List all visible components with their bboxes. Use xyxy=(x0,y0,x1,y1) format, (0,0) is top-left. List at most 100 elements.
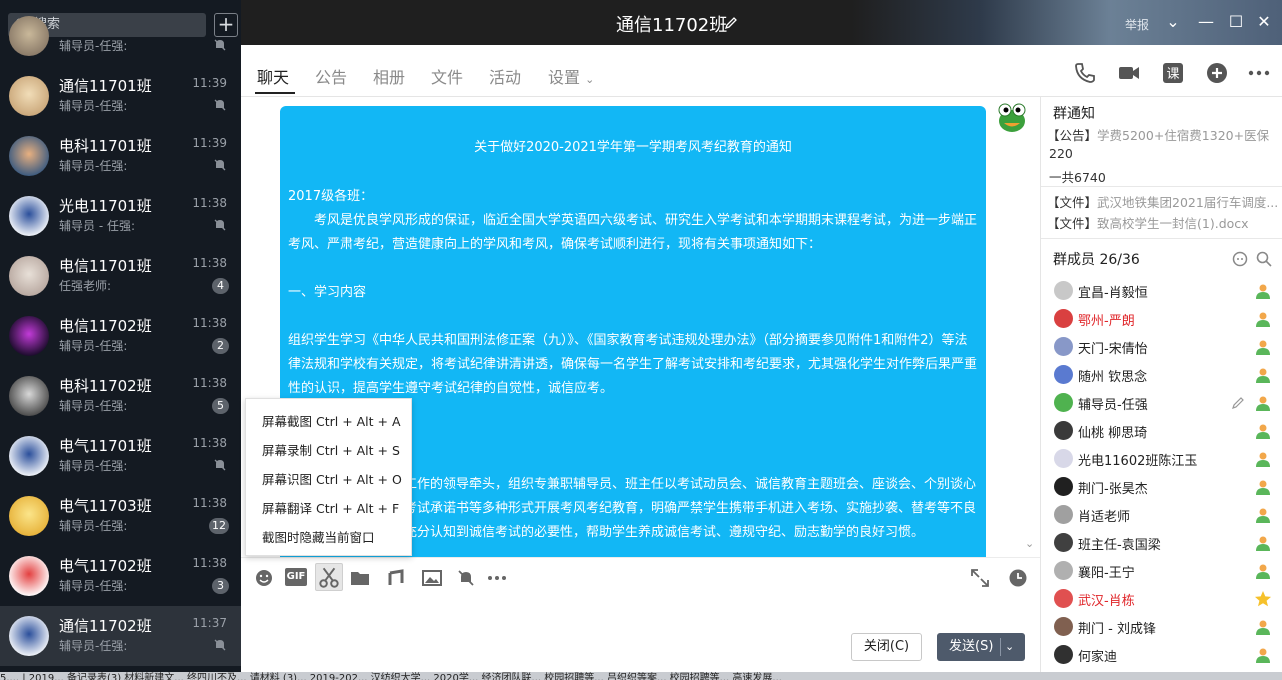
menu-item-screen-translate[interactable]: 屏幕翻译 Ctrl + Alt + F xyxy=(246,494,411,523)
music-icon[interactable] xyxy=(385,567,407,589)
dropdown-icon[interactable]: ⌄ xyxy=(1163,12,1183,32)
edit-icon[interactable] xyxy=(1231,396,1245,410)
member-item[interactable]: 荆门 - 刘成锋 xyxy=(1041,613,1282,641)
notice-announcement-cont: 220 xyxy=(1049,146,1073,161)
conversation-item[interactable]: 电气11703班 辅导员-任强: 11:38 12 xyxy=(0,486,241,546)
tab-settings[interactable]: 设置 ⌄ xyxy=(548,64,594,88)
admin-person-icon xyxy=(1256,648,1270,663)
notice-file[interactable]: 【文件】致高校学生一封信(1).docx xyxy=(1047,213,1249,232)
tab-announcement[interactable]: 公告 xyxy=(315,64,347,88)
more-icon[interactable] xyxy=(1247,61,1271,85)
conversation-time: 11:38 xyxy=(192,376,227,390)
member-item[interactable]: 班主任-袁国梁 xyxy=(1041,529,1282,557)
members-header: 群成员 26/36 xyxy=(1053,252,1140,268)
screenshot-menu: 屏幕截图 Ctrl + Alt + A 屏幕录制 Ctrl + Alt + S … xyxy=(245,398,412,556)
conversation-preview: 辅导员-任强: xyxy=(59,39,128,53)
admin-person-icon xyxy=(1256,312,1270,327)
minimize-button[interactable]: — xyxy=(1196,12,1216,32)
scroll-arrow-icon[interactable]: ⌄ xyxy=(1025,537,1034,550)
sender-avatar[interactable] xyxy=(994,99,1030,135)
conversation-list[interactable]: 辅导员-任强: 通信11701班 辅导员-任强: 11:39 电科11701班 辅导员-任… xyxy=(0,16,241,666)
tab-activity[interactable]: 活动 xyxy=(489,64,521,88)
conversation-item[interactable]: 通信11702班 辅导员-任强: 11:37 xyxy=(0,606,241,666)
close-button[interactable]: 关闭(C) xyxy=(851,633,922,661)
folder-icon[interactable] xyxy=(349,567,371,589)
conversation-item[interactable]: 电科11702班 辅导员-任强: 11:38 5 xyxy=(0,366,241,426)
image-icon[interactable] xyxy=(421,567,443,589)
scissors-button[interactable] xyxy=(315,563,343,591)
member-item[interactable]: 宜昌-肖毅恒 xyxy=(1041,277,1282,305)
phone-icon[interactable] xyxy=(1073,61,1097,85)
mute-icon xyxy=(214,459,226,471)
conversation-item[interactable]: 电气11702班 辅导员-任强: 11:38 3 xyxy=(0,546,241,606)
expand-icon[interactable] xyxy=(969,567,991,589)
member-item[interactable]: 辅导员-任强 xyxy=(1041,389,1282,417)
conversation-preview: 辅导员-任强: xyxy=(59,579,128,593)
conversation-preview: 辅导员-任强: xyxy=(59,639,128,653)
conversation-item[interactable]: 电信11702班 辅导员-任强: 11:38 2 xyxy=(0,306,241,366)
more-tools-icon[interactable] xyxy=(486,567,508,589)
avatar xyxy=(9,316,49,356)
conversation-item[interactable]: 光电11701班 辅导员 - 任强: 11:38 xyxy=(0,186,241,246)
member-avatar xyxy=(1054,589,1073,608)
member-name: 襄阳-王宁 xyxy=(1078,566,1135,581)
member-name: 光电11602班陈江玉 xyxy=(1078,454,1198,469)
emoji-icon[interactable] xyxy=(253,567,275,589)
chevron-down-icon: ⌄ xyxy=(585,73,595,86)
member-item[interactable]: 仙桃 柳思琦 xyxy=(1041,417,1282,445)
member-avatar xyxy=(1054,561,1073,580)
member-settings-icon[interactable] xyxy=(1231,250,1249,268)
menu-item-hide-window[interactable]: 截图时隐藏当前窗口 xyxy=(246,523,411,552)
menu-item-screenshot[interactable]: 屏幕截图 Ctrl + Alt + A xyxy=(246,407,411,436)
conversation-name: 通信11701班 xyxy=(59,77,152,95)
notice-file[interactable]: 【文件】武汉地铁集团2021届行车调度... xyxy=(1047,192,1278,211)
member-item[interactable]: 荆门-张昊杰 xyxy=(1041,473,1282,501)
conversation-item[interactable]: 辅导员-任强: xyxy=(0,6,241,66)
conversation-name: 电气11702班 xyxy=(59,557,152,575)
member-avatar xyxy=(1054,533,1073,552)
menu-item-screen-ocr[interactable]: 屏幕识图 Ctrl + Alt + O xyxy=(246,465,411,494)
conversation-preview: 辅导员-任强: xyxy=(59,399,128,413)
conversation-item[interactable]: 电科11701班 辅导员-任强: 11:39 xyxy=(0,126,241,186)
member-item[interactable]: 光电11602班陈江玉 xyxy=(1041,445,1282,473)
member-item[interactable]: 襄阳-王宁 xyxy=(1041,557,1282,585)
conversation-name: 电科11702班 xyxy=(59,377,152,395)
gif-button[interactable]: GIF xyxy=(285,568,307,586)
edit-title-icon[interactable] xyxy=(724,16,738,30)
admin-person-icon xyxy=(1256,368,1270,383)
maximize-button[interactable]: ☐ xyxy=(1226,12,1246,32)
member-item[interactable]: 武汉-肖栋 xyxy=(1041,585,1282,613)
notice-announcement[interactable]: 【公告】学费5200+住宿费1320+医保 xyxy=(1047,125,1269,144)
report-link[interactable]: 举报 xyxy=(1125,16,1149,33)
mute-bell-icon[interactable] xyxy=(455,567,477,589)
member-item[interactable]: 何家迪 xyxy=(1041,641,1282,669)
member-name: 仙桃 柳思琦 xyxy=(1078,426,1148,441)
admin-person-icon xyxy=(1256,396,1270,411)
unread-badge: 2 xyxy=(212,338,229,354)
tab-album[interactable]: 相册 xyxy=(373,64,405,88)
member-item[interactable]: 鄂州-严朗 xyxy=(1041,305,1282,333)
conversation-item[interactable]: 电气11701班 辅导员-任强: 11:38 xyxy=(0,426,241,486)
conversation-item[interactable]: 通信11701班 辅导员-任强: 11:39 xyxy=(0,66,241,126)
member-item[interactable]: 随州 钦思念 xyxy=(1041,361,1282,389)
mute-icon xyxy=(214,159,226,171)
video-call-icon[interactable] xyxy=(1117,61,1141,85)
member-item[interactable]: 肖适老师 xyxy=(1041,501,1282,529)
mute-icon xyxy=(214,639,226,651)
member-item[interactable]: 天门-宋倩怡 xyxy=(1041,333,1282,361)
chevron-down-icon[interactable]: ⌄ xyxy=(1005,633,1014,661)
avatar xyxy=(9,556,49,596)
avatar xyxy=(9,136,49,176)
conversation-item[interactable]: 电信11701班 任强老师: 11:38 4 xyxy=(0,246,241,306)
member-search-icon[interactable] xyxy=(1255,250,1273,268)
menu-item-screen-record[interactable]: 屏幕录制 Ctrl + Alt + S xyxy=(246,436,411,465)
avatar xyxy=(9,616,49,656)
send-button[interactable]: 发送(S) ⌄ xyxy=(937,633,1025,661)
tab-chat[interactable]: 聊天 xyxy=(257,64,289,88)
class-icon[interactable]: 课 xyxy=(1161,61,1185,85)
plus-circle-icon[interactable] xyxy=(1205,61,1229,85)
member-avatar xyxy=(1054,645,1073,664)
tab-files[interactable]: 文件 xyxy=(431,64,463,88)
close-window-button[interactable]: ✕ xyxy=(1254,12,1274,32)
history-clock-icon[interactable] xyxy=(1007,567,1029,589)
